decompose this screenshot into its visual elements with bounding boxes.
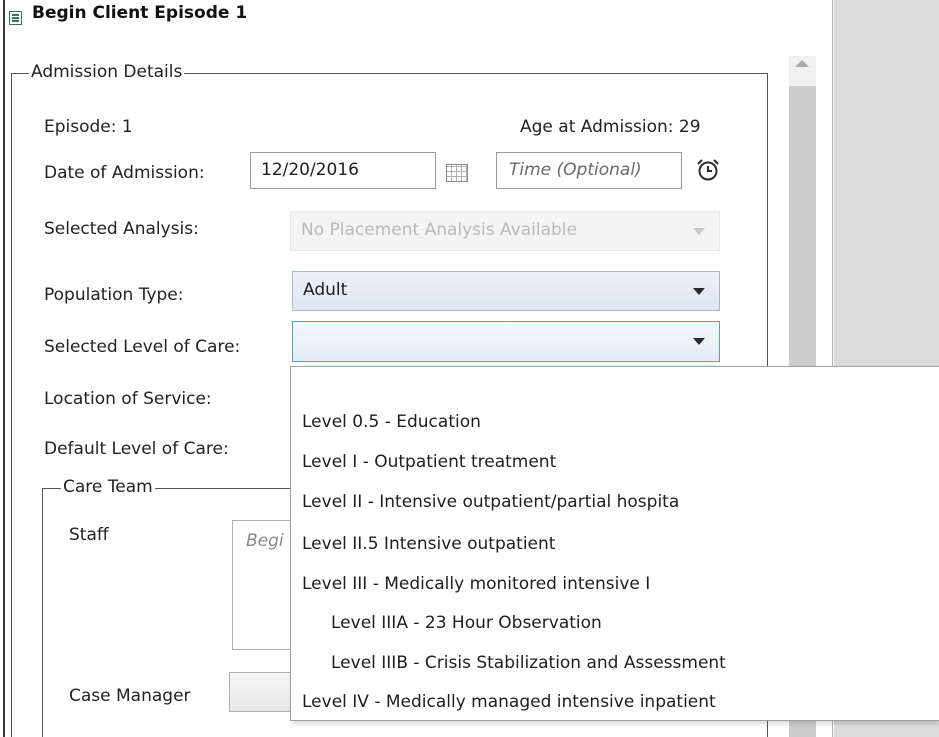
selected-level-of-care-label: Selected Level of Care: — [44, 337, 241, 357]
selected-analysis-value: No Placement Analysis Available — [301, 220, 577, 240]
time-input[interactable]: Time (Optional) — [496, 152, 682, 189]
episode-label: Episode: 1 — [44, 117, 133, 137]
level-option[interactable]: Level IV - Medically managed intensive i… — [302, 692, 716, 712]
care-team-legend: Care Team — [61, 477, 155, 497]
level-option[interactable]: Level II.5 Intensive outpatient — [302, 534, 555, 554]
level-option[interactable]: Level II - Intensive outpatient/partial … — [302, 492, 679, 512]
case-manager-label: Case Manager — [69, 686, 191, 706]
population-type-value: Adult — [303, 280, 348, 300]
location-of-service-label: Location of Service: — [44, 389, 212, 409]
chevron-down-icon[interactable] — [693, 338, 705, 345]
window-border — [3, 0, 5, 737]
default-level-of-care-label: Default Level of Care: — [44, 439, 229, 459]
level-option[interactable]: Level IIIA - 23 Hour Observation — [331, 613, 602, 633]
population-type-label: Population Type: — [44, 285, 184, 305]
staff-label: Staff — [69, 525, 109, 545]
case-manager-dropdown[interactable] — [229, 672, 299, 712]
window-title: Begin Client Episode 1 — [32, 3, 248, 23]
date-of-admission-input[interactable]: 12/20/2016 — [250, 152, 436, 189]
chevron-down-icon[interactable] — [693, 288, 705, 295]
scroll-up-arrow-icon[interactable] — [795, 60, 809, 67]
selected-level-of-care-dropdown[interactable] — [292, 321, 720, 362]
selected-analysis-label: Selected Analysis: — [44, 219, 199, 239]
population-type-dropdown[interactable]: Adult — [292, 271, 720, 311]
level-option[interactable]: Level I - Outpatient treatment — [302, 452, 556, 472]
age-at-admission-label: Age at Admission: 29 — [520, 117, 701, 137]
date-of-admission-label: Date of Admission: — [44, 163, 205, 183]
level-option[interactable]: Level IIIB - Crisis Stabilization and As… — [331, 653, 726, 673]
selected-analysis-dropdown: No Placement Analysis Available — [290, 211, 720, 251]
chevron-down-icon — [693, 228, 705, 235]
admission-details-legend: Admission Details — [29, 62, 185, 82]
level-option[interactable]: Level 0.5 - Education — [302, 412, 481, 432]
alarm-clock-icon[interactable] — [696, 158, 720, 182]
form-icon — [9, 11, 22, 25]
calendar-icon[interactable] — [446, 164, 468, 182]
level-option[interactable]: Level III - Medically monitored intensiv… — [302, 574, 650, 594]
